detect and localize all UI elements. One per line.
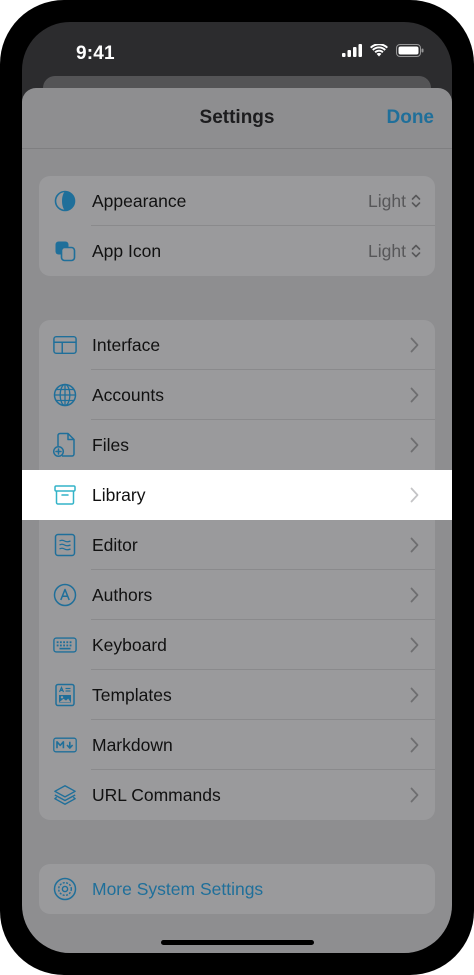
wifi-icon [370, 44, 388, 57]
status-time: 9:41 [76, 43, 115, 64]
sidebar-item-markdown[interactable]: Markdown [39, 720, 435, 770]
archive-box-icon [53, 483, 77, 507]
row-label: Markdown [92, 734, 173, 755]
more-system-settings-label: More System Settings [92, 878, 264, 899]
author-icon [53, 583, 77, 607]
app-icon-label: App Icon [92, 240, 162, 261]
settings-sheet: Settings Done Appearance Light App Icon … [22, 88, 452, 953]
row-label: Library [92, 484, 146, 505]
app-icon-icon [53, 239, 77, 263]
done-button[interactable]: Done [387, 107, 435, 129]
app-icon-row[interactable]: App Icon Light [39, 226, 435, 276]
row-label: Editor [92, 534, 138, 555]
appearance-icon [53, 189, 77, 213]
status-icons [342, 44, 424, 57]
chevron-right-icon [410, 687, 419, 703]
chevron-right-icon [410, 587, 419, 603]
sidebar-item-templates[interactable]: Templates [39, 670, 435, 720]
chevron-up-down-icon [411, 244, 421, 258]
appearance-value-text: Light [368, 190, 406, 211]
status-bar: 9:41 [22, 22, 452, 80]
chevron-right-icon [410, 487, 419, 503]
row-label: Interface [92, 334, 161, 355]
editor-icon [53, 533, 77, 557]
chevron-right-icon [410, 437, 419, 453]
home-indicator[interactable] [161, 940, 314, 945]
appearance-row[interactable]: Appearance Light [39, 176, 435, 226]
app-icon-value[interactable]: Light [368, 226, 421, 276]
chevron-right-icon [410, 637, 419, 653]
chevron-right-icon [410, 387, 419, 403]
row-label: Authors [92, 584, 153, 605]
sidebar-item-url-commands[interactable]: URL Commands [39, 770, 435, 820]
appearance-value[interactable]: Light [368, 176, 421, 226]
sidebar-item-keyboard[interactable]: Keyboard [39, 620, 435, 670]
more-system-settings-button[interactable]: More System Settings [39, 864, 435, 914]
system-settings-icon [53, 877, 77, 901]
phone-frame: 9:41 Settings Done Appearance Light App … [0, 0, 474, 975]
appearance-label: Appearance [92, 190, 187, 211]
navigation-bar: Settings Done [22, 88, 452, 149]
row-label: Templates [92, 684, 172, 705]
interface-icon [53, 333, 77, 357]
sidebar-item-library[interactable]: Library [22, 470, 452, 520]
keyboard-icon [53, 633, 77, 657]
markdown-icon [53, 733, 77, 757]
system-settings-group: More System Settings [39, 864, 435, 914]
row-label: URL Commands [92, 784, 221, 805]
chevron-right-icon [410, 787, 419, 803]
template-icon [53, 683, 77, 707]
battery-icon [396, 44, 424, 57]
chevron-up-down-icon [411, 194, 421, 208]
settings-group: Interface Accounts Files Library Editor … [22, 320, 452, 820]
globe-icon [53, 383, 77, 407]
row-label: Files [92, 434, 129, 455]
sidebar-item-authors[interactable]: Authors [39, 570, 435, 620]
screen: 9:41 Settings Done Appearance Light App … [22, 22, 452, 953]
cellular-signal-icon [342, 44, 362, 57]
app-icon-value-text: Light [368, 240, 406, 261]
sidebar-item-accounts[interactable]: Accounts [39, 370, 435, 420]
chevron-right-icon [410, 537, 419, 553]
file-add-icon [53, 432, 77, 458]
layers-icon [53, 783, 77, 807]
appearance-group: Appearance Light App Icon Light [39, 176, 435, 276]
sidebar-item-interface[interactable]: Interface [39, 320, 435, 370]
row-label: Accounts [92, 384, 164, 405]
row-label: Keyboard [92, 634, 167, 655]
chevron-right-icon [410, 337, 419, 353]
sidebar-item-files[interactable]: Files [39, 420, 435, 470]
sidebar-item-editor[interactable]: Editor [39, 520, 435, 570]
chevron-right-icon [410, 737, 419, 753]
